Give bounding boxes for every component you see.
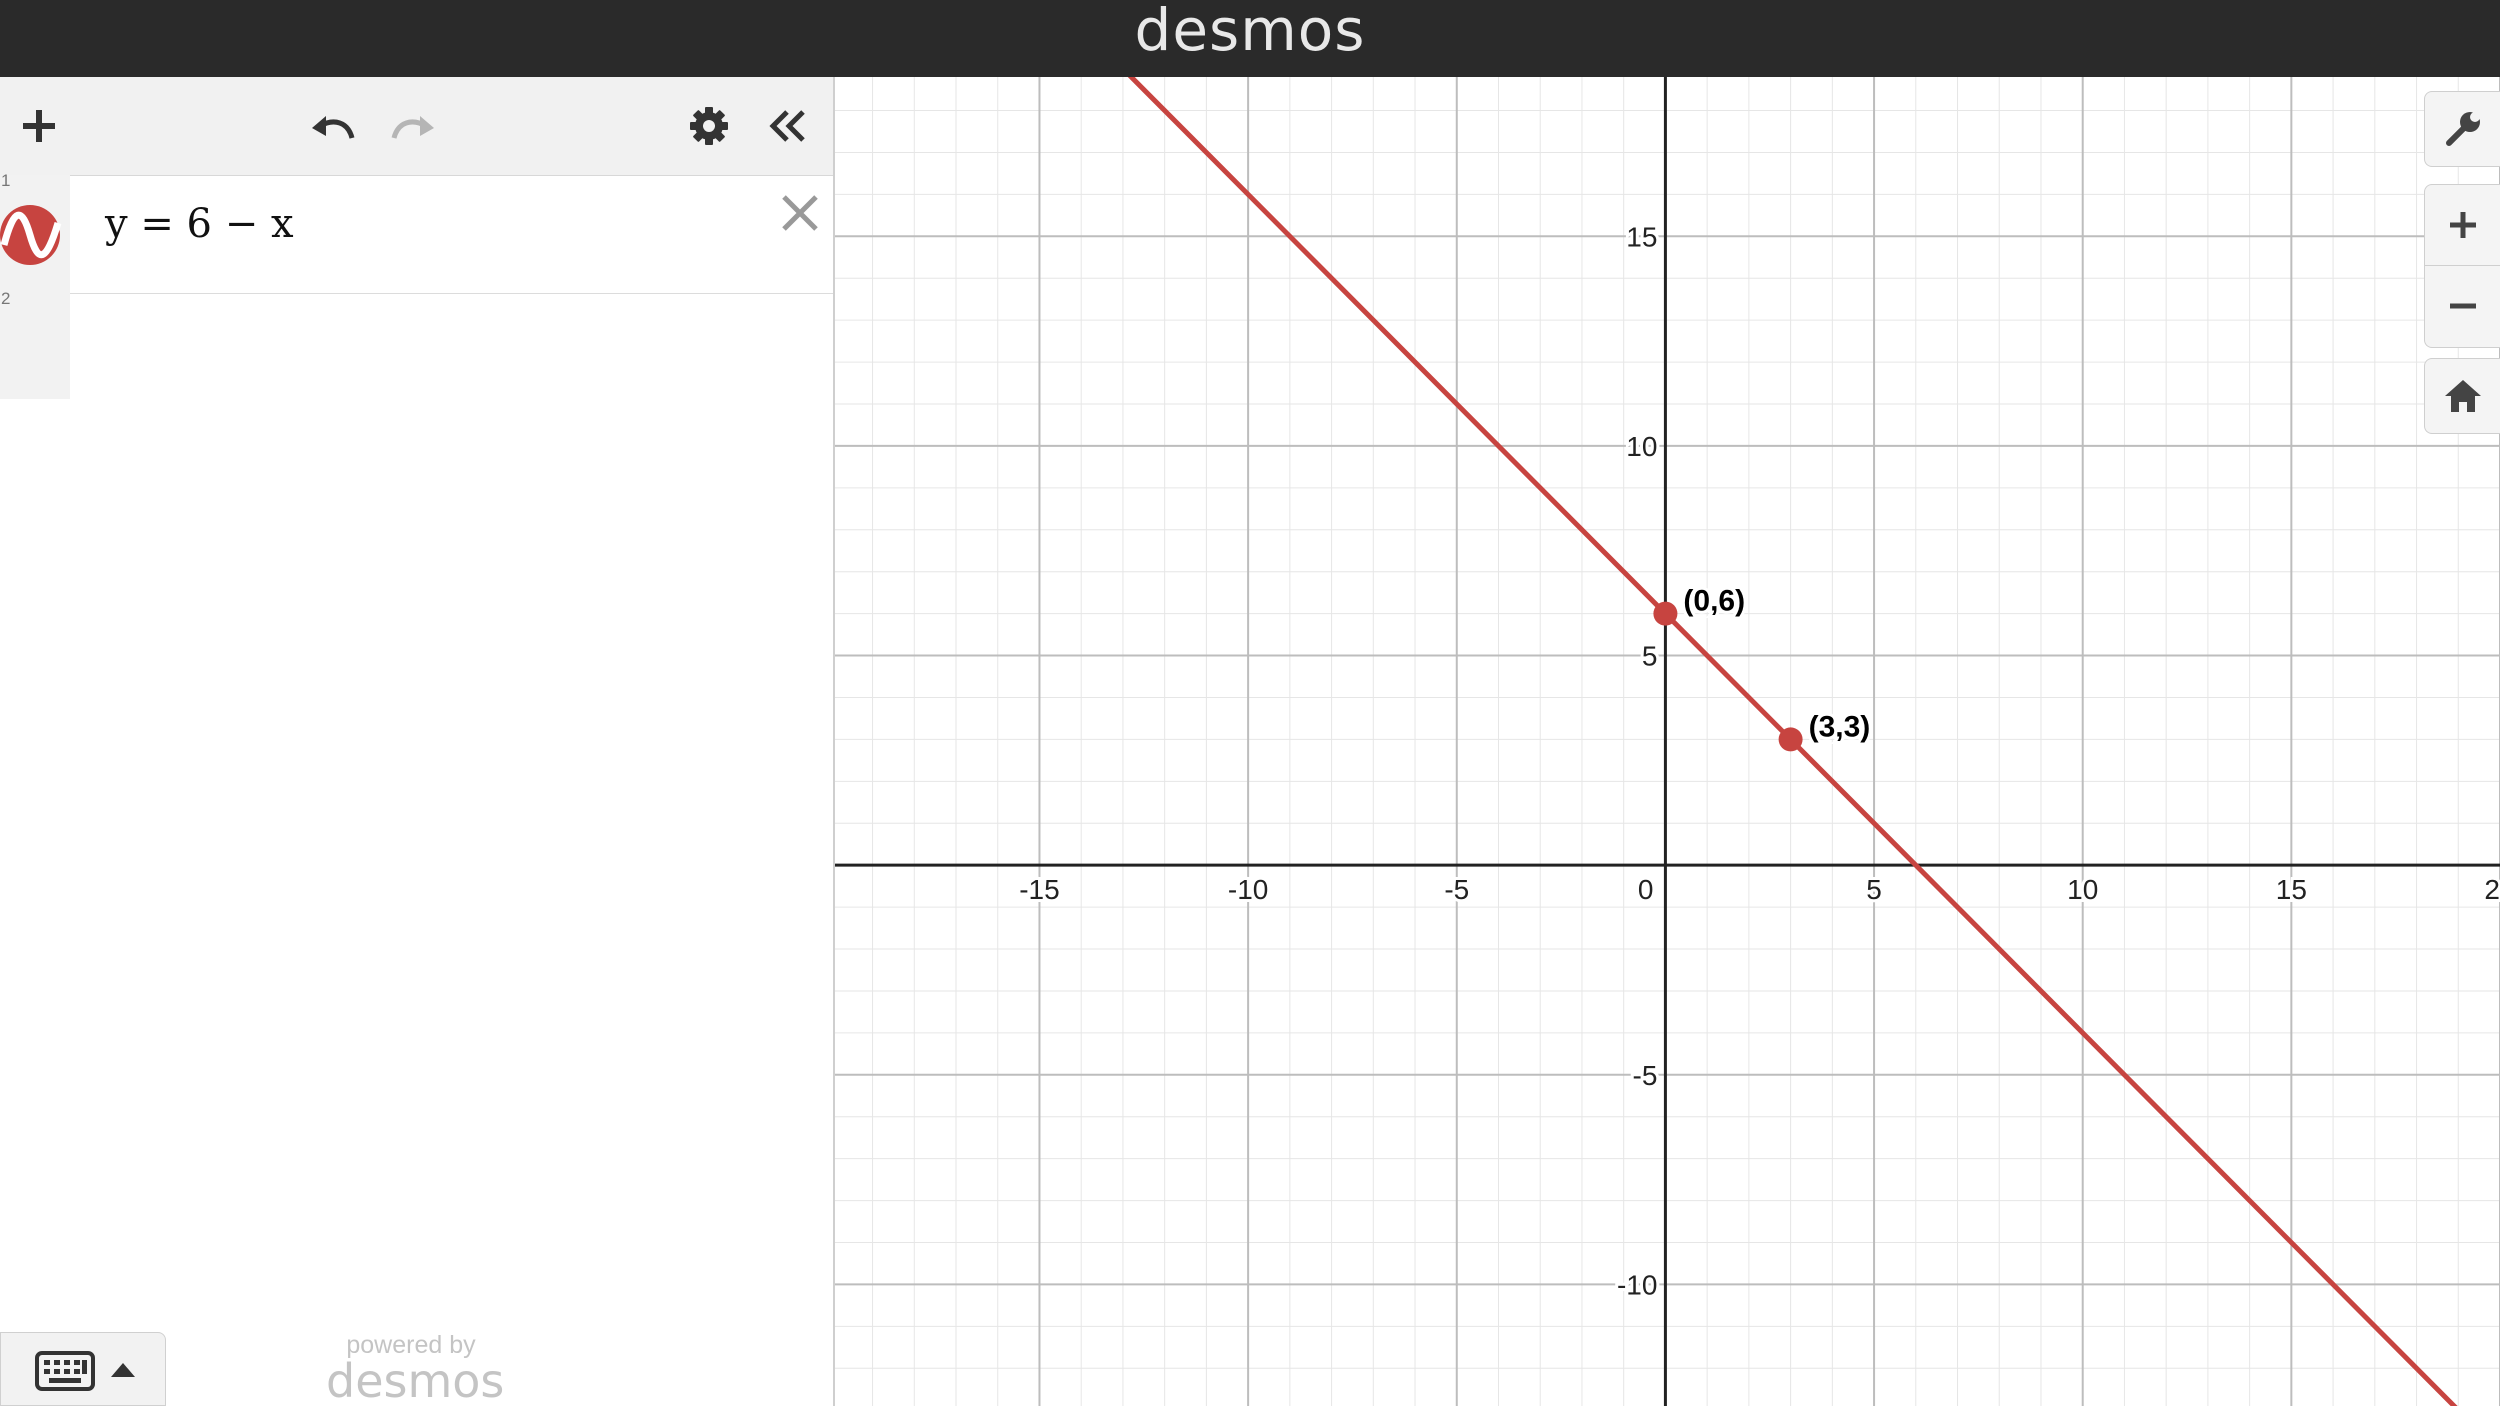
plus-icon (23, 110, 55, 142)
graph-settings-button[interactable] (2424, 91, 2500, 167)
x-tick-label: 0 (1638, 874, 1654, 905)
collapse-panel-button[interactable] (762, 101, 812, 151)
undo-button[interactable] (308, 101, 358, 151)
point-label: (0,6) (1683, 585, 1745, 618)
expression-index: 1 (1, 171, 11, 190)
y-tick-label: -10 (1617, 1269, 1657, 1300)
desmos-logo: desmos (1134, 0, 1366, 64)
expression-gutter: 1 (0, 171, 70, 293)
settings-button[interactable] (684, 101, 734, 151)
zoom-in-button[interactable] (2425, 185, 2500, 266)
undo-icon (312, 116, 355, 139)
minus-icon (2450, 303, 2476, 309)
y-tick-label: 5 (1642, 641, 1658, 672)
x-tick-label: -10 (1228, 874, 1268, 905)
point-marker[interactable] (1778, 727, 1803, 752)
plus-icon (2450, 212, 2476, 238)
expression-gutter: 2 (0, 289, 70, 399)
y-tick-label: 15 (1626, 221, 1657, 252)
zoom-control-group (2424, 184, 2500, 348)
expression-toolbar (0, 77, 833, 176)
graph-paper[interactable]: -15 -10 -5 0 5 10 15 20 -10 -5 5 10 15 (0,6) (3,3) (835, 77, 2500, 1406)
desmos-logo: desmos (326, 1354, 505, 1408)
default-viewport-button[interactable] (2424, 358, 2500, 434)
x-tick-label: 20 (2484, 874, 2500, 905)
point-label: (3,3) (1809, 710, 1871, 743)
app-header: desmos (0, 0, 2500, 77)
x-tick-label: -5 (1444, 874, 1469, 905)
wrench-icon (2445, 112, 2480, 146)
home-icon (2444, 380, 2481, 412)
redo-button[interactable] (388, 101, 438, 151)
powered-by-desmos[interactable]: powered by desmos (326, 1332, 505, 1408)
x-tick-label: 10 (2067, 874, 2098, 905)
graph-visibility-icon[interactable] (0, 205, 64, 265)
gear-icon (690, 107, 728, 145)
keyboard-icon (35, 1351, 95, 1391)
x-tick-label: 5 (1866, 874, 1882, 905)
y-tick-label: 10 (1626, 431, 1657, 462)
keyboard-toggle-button[interactable] (0, 1332, 166, 1406)
expression-index: 2 (1, 289, 11, 308)
expression-row[interactable]: 1 y = 6 − x (0, 171, 833, 294)
x-tick-label: -15 (1019, 874, 1059, 905)
double-chevron-left-icon (769, 110, 805, 142)
x-tick-label: 15 (2276, 874, 2307, 905)
caret-up-icon (111, 1363, 135, 1377)
point-marker[interactable] (1653, 601, 1678, 626)
y-tick-label: -5 (1633, 1060, 1658, 1091)
expression-math[interactable]: y = 6 − x (105, 201, 294, 247)
zoom-out-button[interactable] (2425, 266, 2500, 346)
redo-icon (391, 116, 434, 139)
add-item-button[interactable] (14, 101, 64, 151)
empty-expression-row[interactable]: 2 (0, 289, 833, 399)
close-icon[interactable] (780, 193, 820, 233)
expression-panel: 1 y = 6 − x 2 powered by desmos (0, 77, 835, 1406)
